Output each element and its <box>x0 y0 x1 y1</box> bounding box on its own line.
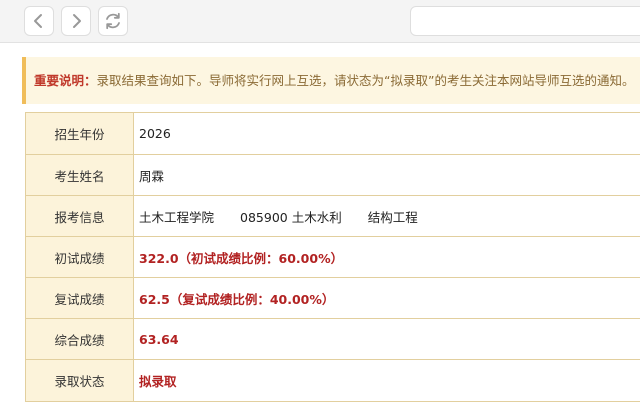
apply-direction: 结构工程 <box>367 209 418 225</box>
browser-toolbar <box>0 0 640 43</box>
initial-score-key: 初试成绩 <box>25 236 134 278</box>
chevron-left-icon <box>34 14 42 28</box>
address-bar[interactable] <box>410 6 640 36</box>
initial-score-value: 322.0（初试成绩比例：60.00%） <box>139 250 344 266</box>
back-button[interactable] <box>24 6 54 36</box>
retest-score-key: 复试成绩 <box>25 277 134 319</box>
table-row: 初试成绩 322.0（初试成绩比例：60.00%） <box>25 236 640 278</box>
table-row: 录取状态 拟录取 <box>25 359 640 402</box>
initial-score-cell: 322.0（初试成绩比例：60.00%） <box>133 236 640 278</box>
apply-college: 土木工程学院 <box>139 209 215 225</box>
chevron-right-icon <box>73 14 81 28</box>
table-row: 考生姓名 周霖 <box>25 154 640 196</box>
name-value: 周霖 <box>133 154 640 196</box>
notice-banner: 重要说明：录取结果查询如下。导师将实行网上互选，请状态为“拟录取”的考生关注本网… <box>22 57 640 104</box>
notice-label: 重要说明： <box>34 73 97 88</box>
table-row: 综合成绩 63.64 <box>25 318 640 360</box>
admission-result-table: 招生年份 2026 考生姓名 周霖 报考信息 土木工程学院 085900 土木水利… <box>25 112 640 402</box>
forward-button[interactable] <box>61 6 91 36</box>
apply-value: 土木工程学院 085900 土木水利 结构工程 <box>133 195 640 237</box>
apply-key: 报考信息 <box>25 195 134 237</box>
status-key: 录取状态 <box>25 359 134 402</box>
reload-button[interactable] <box>98 6 128 36</box>
retest-score-value: 62.5（复试成绩比例：40.00%） <box>139 291 335 307</box>
status-value: 拟录取 <box>139 374 177 389</box>
notice-text: 录取结果查询如下。导师将实行网上互选，请状态为“拟录取”的考生关注本网站导师互选… <box>96 73 635 88</box>
apply-major: 085900 土木水利 <box>240 209 342 225</box>
retest-score-cell: 62.5（复试成绩比例：40.00%） <box>133 277 640 319</box>
status-cell: 拟录取 <box>133 359 640 402</box>
reload-icon <box>106 12 120 30</box>
table-row: 报考信息 土木工程学院 085900 土木水利 结构工程 <box>25 195 640 237</box>
table-row: 招生年份 2026 <box>25 112 640 155</box>
table-row: 复试成绩 62.5（复试成绩比例：40.00%） <box>25 277 640 319</box>
total-score-value: 63.64 <box>139 331 179 347</box>
total-score-key: 综合成绩 <box>25 318 134 360</box>
name-key: 考生姓名 <box>25 154 134 196</box>
year-value: 2026 <box>133 112 640 155</box>
total-score-cell: 63.64 <box>133 318 640 360</box>
year-key: 招生年份 <box>25 112 134 155</box>
